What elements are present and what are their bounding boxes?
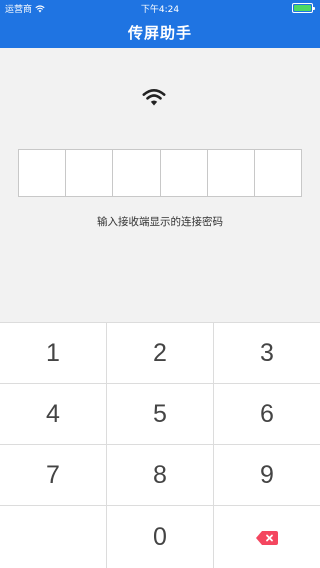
battery-icon [292,3,315,13]
page-title: 传屏助手 [127,24,192,42]
pin-input[interactable] [18,149,302,197]
pin-digit-box[interactable] [113,150,161,196]
key-9[interactable]: 9 [214,445,320,506]
numeric-keypad: 1 2 3 4 5 6 7 8 9 0 [0,322,320,568]
status-bar: 运营商 下午4:24 [0,0,320,16]
delete-button[interactable] [214,506,320,568]
app-header: 运营商 下午4:24 传屏助手 [0,0,320,48]
key-7[interactable]: 7 [0,445,107,506]
key-blank [0,506,107,568]
key-3[interactable]: 3 [214,323,320,384]
backspace-icon [256,530,278,545]
pin-digit-box[interactable] [255,150,301,196]
key-8[interactable]: 8 [107,445,214,506]
key-2[interactable]: 2 [107,323,214,384]
password-hint: 输入接收端显示的连接密码 [97,216,223,228]
status-time: 下午4:24 [140,5,180,15]
wifi-icon [142,89,166,106]
battery-fill [294,5,311,11]
key-6[interactable]: 6 [214,384,320,445]
pin-digit-box[interactable] [161,150,208,196]
key-0[interactable]: 0 [107,506,214,568]
pin-digit-box[interactable] [208,150,255,196]
key-4[interactable]: 4 [0,384,107,445]
key-1[interactable]: 1 [0,323,107,384]
pin-digit-box[interactable] [66,150,114,196]
pin-digit-box[interactable] [19,150,67,196]
key-5[interactable]: 5 [107,384,214,445]
